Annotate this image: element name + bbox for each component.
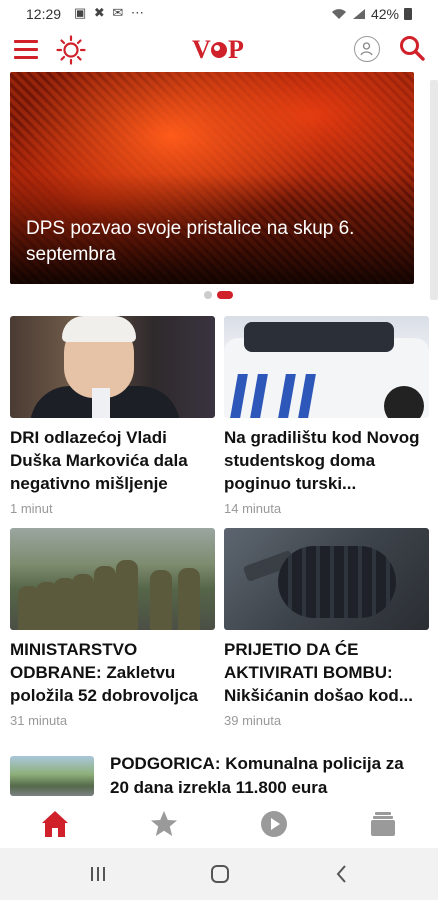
stack-icon <box>371 812 396 836</box>
hero-title: DPS pozvao svoje pristalice na skup 6. s… <box>26 218 355 265</box>
svg-text:V: V <box>192 35 211 64</box>
bottom-navigation <box>0 800 438 848</box>
system-navigation-bar <box>0 848 438 900</box>
news-time: 31 minuta <box>10 713 68 728</box>
back-icon[interactable] <box>330 862 354 886</box>
news-thumbnail <box>224 316 429 418</box>
slider-pagination <box>204 291 233 299</box>
news-title: Na gradilištu kod Novog studentskog doma… <box>224 428 420 493</box>
hamburger-menu-icon[interactable] <box>14 40 38 60</box>
battery-percent: 42% <box>370 6 399 22</box>
nav-favorites[interactable] <box>110 800 220 848</box>
news-card[interactable]: Na gradilištu kod Novog studentskog doma… <box>224 316 429 516</box>
battery-icon <box>404 8 412 20</box>
home-icon <box>41 811 68 837</box>
wifi-icon <box>331 9 346 19</box>
search-icon[interactable] <box>398 34 426 62</box>
play-icon <box>260 811 287 837</box>
vop-logo[interactable]: V P <box>192 34 252 64</box>
news-time: 39 minuta <box>224 713 282 728</box>
sun-icon[interactable] <box>56 35 86 65</box>
news-thumbnail <box>10 756 94 796</box>
news-thumbnail <box>10 316 215 418</box>
news-card[interactable]: DRI odlazećoj Vladi Duška Markovića dala… <box>10 316 215 516</box>
news-card[interactable]: PRIJETIO DA ĆE AKTIVIRATI BOMBU: Nikšića… <box>224 528 429 728</box>
status-right: 42% <box>331 6 412 22</box>
next-slide-peek[interactable] <box>430 80 438 300</box>
news-time: 1 minut <box>10 501 53 516</box>
news-title: DRI odlazećoj Vladi Duška Markovića dala… <box>10 428 188 493</box>
app-header: V P <box>0 28 438 72</box>
svg-text:P: P <box>228 35 244 64</box>
notification-icons: ▣ ✖ ✉ ⋯ <box>74 5 146 20</box>
news-title: MINISTARSTVO ODBRANE: Zakletvu položila … <box>10 640 198 705</box>
hero-slide[interactable]: DPS pozvao svoje pristalice na skup 6. s… <box>10 72 414 284</box>
status-bar: 12:29 ▣ ✖ ✉ ⋯ 42% <box>0 0 438 28</box>
news-title: PRIJETIO DA ĆE AKTIVIRATI BOMBU: Nikšića… <box>224 640 413 705</box>
nav-home[interactable] <box>0 800 110 848</box>
news-card[interactable]: MINISTARSTVO ODBRANE: Zakletvu položila … <box>10 528 215 728</box>
news-list-item[interactable]: PODGORICA: Komunalna policija za 20 dana… <box>10 752 420 800</box>
signal-icon <box>352 9 365 19</box>
star-icon <box>151 811 178 836</box>
news-thumbnail <box>224 528 429 630</box>
news-thumbnail <box>10 528 215 630</box>
news-time: 14 minuta <box>224 501 282 516</box>
recent-apps-icon[interactable] <box>86 862 110 886</box>
nav-video[interactable] <box>219 800 329 848</box>
news-title: PODGORICA: Komunalna policija za 20 dana… <box>110 754 404 797</box>
nav-categories[interactable] <box>329 800 438 848</box>
account-icon[interactable] <box>354 36 380 62</box>
home-button-icon[interactable] <box>208 862 232 886</box>
slider-dot[interactable] <box>204 291 212 299</box>
slider-dot-active[interactable] <box>217 291 233 299</box>
status-time: 12:29 <box>26 6 62 22</box>
